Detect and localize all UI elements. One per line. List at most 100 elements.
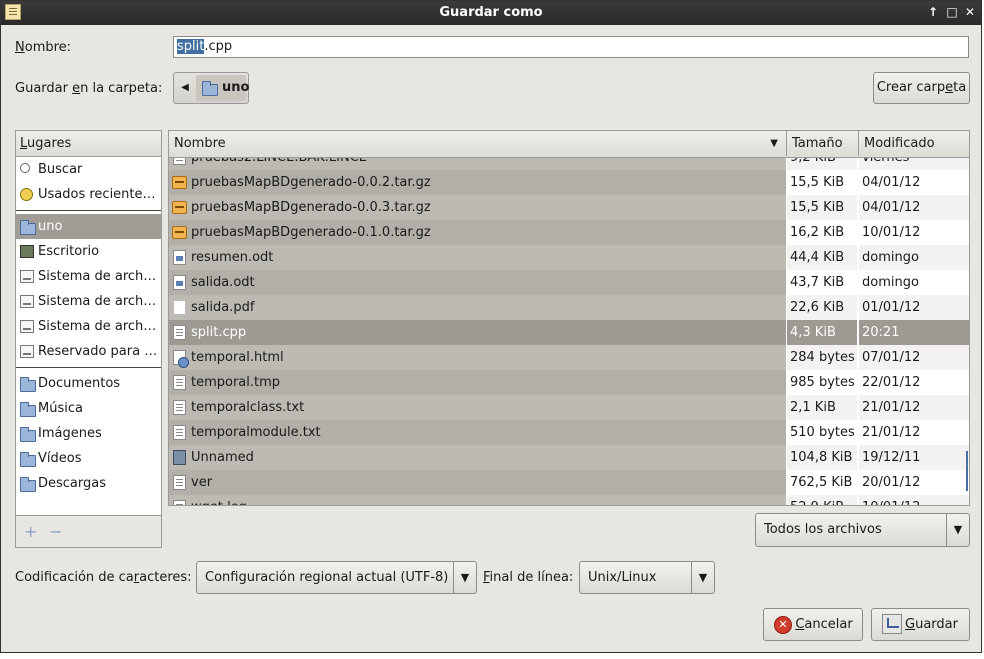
file-row[interactable]: pruebasMapBDgenerado-0.1.0.tar.gz 16,2 Ki… [169, 220, 969, 245]
place-filesystem-3[interactable]: Sistema de arch… [16, 314, 161, 339]
file-row[interactable]: temporal.tmp 985 bytes 22/01/12 [169, 370, 969, 395]
file-row[interactable]: temporalmodule.txt 510 bytes 21/01/12 [169, 420, 969, 445]
window-title: Guardar como [439, 5, 543, 20]
file-name-cell: pruebasMapBDgenerado-0.0.3.tar.gz [169, 195, 786, 220]
create-folder-button[interactable]: Crear carpeta [873, 72, 970, 104]
file-row[interactable]: resumen.odt 44,4 KiB domingo [169, 245, 969, 270]
cancel-icon: ✕ [774, 616, 792, 634]
image-file-icon [173, 450, 186, 465]
place-filesystem-2[interactable]: Sistema de arch… [16, 289, 161, 314]
file-size-cell: 4,3 KiB [787, 320, 857, 345]
file-row[interactable]: pruebas2.LINCE.BAK.LINCE 9,2 KiB viernes [169, 157, 969, 170]
bookmark-imagenes[interactable]: Imágenes [16, 421, 161, 446]
recent-icon [20, 188, 33, 201]
chevron-down-icon: ▼ [453, 562, 476, 593]
save-button[interactable]: Guardar [871, 608, 970, 641]
places-separator [16, 210, 161, 211]
file-row[interactable]: split.cpp 4,3 KiB 20:21 [169, 320, 969, 345]
shade-window-button[interactable]: ↑ [925, 4, 941, 20]
file-list: Nombre ▼ Tamaño Modificado pruebas2.LINCE… [168, 130, 970, 506]
text-file-icon [173, 475, 186, 490]
filename-selected-text: split [177, 39, 205, 54]
file-name-cell: temporal.html [169, 345, 786, 370]
file-modified-cell: viernes [859, 157, 969, 170]
file-modified-cell: 22/01/12 [862, 375, 921, 390]
place-search[interactable]: Buscar [16, 157, 161, 182]
folder-icon [20, 427, 36, 442]
file-row[interactable]: temporalclass.txt 2,1 KiB 21/01/12 [169, 395, 969, 420]
home-folder-icon [20, 220, 36, 235]
file-name-cell: temporalmodule.txt [169, 420, 786, 445]
encoding-select[interactable]: Configuración regional actual (UTF-8) ▼ [196, 561, 477, 594]
file-size-cell: 22,6 KiB [787, 295, 857, 320]
filename-input[interactable]: split.cpp [173, 36, 969, 58]
text-file-icon [173, 375, 186, 390]
file-row[interactable]: ver 762,5 KiB 20/01/12 [169, 470, 969, 495]
file-row[interactable]: wget.log52,9 KiB10/01/12 [169, 495, 969, 505]
file-size-cell: 9,2 KiB [787, 157, 857, 170]
path-back-arrow-icon[interactable]: ◀ [174, 73, 196, 103]
search-icon [20, 163, 30, 173]
file-row[interactable]: Unnamed 104,8 KiB 19/12/11 [169, 445, 969, 470]
file-row[interactable]: temporal.html 284 bytes 07/01/12 [169, 345, 969, 370]
cancel-button[interactable]: ✕ Cancelar [763, 608, 863, 641]
file-name-cell: ver [169, 470, 786, 495]
folder-icon [20, 452, 36, 467]
save-icon [882, 614, 902, 634]
close-button[interactable]: ✕ [962, 4, 978, 20]
file-modified-cell: 21/01/12 [859, 395, 969, 420]
file-size-cell: 2,1 KiB [787, 395, 857, 420]
save-as-dialog: Guardar como ↑ □ ✕ Nombre: split.cpp Gua… [0, 0, 982, 653]
file-size-cell: 16,2 KiB [790, 225, 845, 240]
column-header-modified[interactable]: Modificado [859, 131, 969, 156]
bookmark-musica[interactable]: Música [16, 396, 161, 421]
line-ending-select[interactable]: Unix/Linux ▼ [579, 561, 715, 594]
folder-icon [20, 402, 36, 417]
drive-icon [20, 345, 34, 358]
place-desktop[interactable]: Escritorio [16, 239, 161, 264]
file-row[interactable]: salida.pdf 22,6 KiB 01/01/12 [169, 295, 969, 320]
places-header[interactable]: Lugares [16, 131, 161, 157]
file-list-scrollbar[interactable] [966, 451, 968, 491]
bookmark-videos[interactable]: Vídeos [16, 446, 161, 471]
file-size-cell: 284 bytes [787, 345, 857, 370]
bookmark-descargas[interactable]: Descargas [16, 471, 161, 496]
remove-bookmark-button[interactable]: − [49, 522, 62, 541]
places-panel: Lugares Buscar Usados reciente… uno Escr… [15, 130, 162, 516]
file-size-cell: 15,5 KiB [790, 175, 845, 190]
document-file-icon [173, 250, 186, 265]
pdf-file-icon [173, 300, 186, 315]
column-header-size[interactable]: Tamaño [787, 131, 859, 156]
desktop-icon [20, 245, 34, 258]
add-bookmark-button[interactable]: + [24, 522, 37, 541]
line-ending-label: Final de línea: [483, 570, 574, 585]
text-file-icon [173, 400, 186, 415]
file-type-filter[interactable]: Todos los archivos ▼ [755, 513, 970, 547]
file-row[interactable]: salida.odt 43,7 KiB domingo [169, 270, 969, 295]
chevron-down-icon: ▼ [946, 514, 969, 546]
file-modified-cell: 01/01/12 [859, 295, 969, 320]
file-row[interactable]: pruebasMapBDgenerado-0.0.2.tar.gz 15,5 Ki… [169, 170, 969, 195]
file-size-cell: 985 bytes [790, 375, 855, 390]
file-list-body[interactable]: pruebas2.LINCE.BAK.LINCE 9,2 KiB viernes pr… [169, 157, 969, 505]
place-home-uno[interactable]: uno [16, 214, 161, 239]
file-size-cell: 52,9 KiB [787, 495, 857, 505]
bookmark-documentos[interactable]: Documentos [16, 371, 161, 396]
place-reserved[interactable]: Reservado para … [16, 339, 161, 364]
name-label: Nombre: [15, 40, 72, 55]
drive-icon [20, 295, 34, 308]
place-recent[interactable]: Usados reciente… [16, 182, 161, 207]
file-name-cell: temporal.tmp [169, 370, 786, 395]
title-bar[interactable]: Guardar como ↑ □ ✕ [1, 1, 981, 25]
maximize-button[interactable]: □ [944, 4, 960, 20]
file-modified-cell: 10/01/12 [862, 225, 921, 240]
file-size-cell: 762,5 KiB [790, 475, 853, 490]
file-name-cell: split.cpp [169, 320, 786, 345]
file-size-cell: 15,5 KiB [787, 195, 857, 220]
document-file-icon [173, 275, 186, 290]
file-row[interactable]: pruebasMapBDgenerado-0.0.3.tar.gz 15,5 Ki… [169, 195, 969, 220]
file-size-cell: 510 bytes [790, 425, 855, 440]
path-button-uno[interactable]: uno [196, 75, 249, 101]
column-header-name[interactable]: Nombre ▼ [169, 131, 787, 156]
place-filesystem-1[interactable]: Sistema de arch… [16, 264, 161, 289]
